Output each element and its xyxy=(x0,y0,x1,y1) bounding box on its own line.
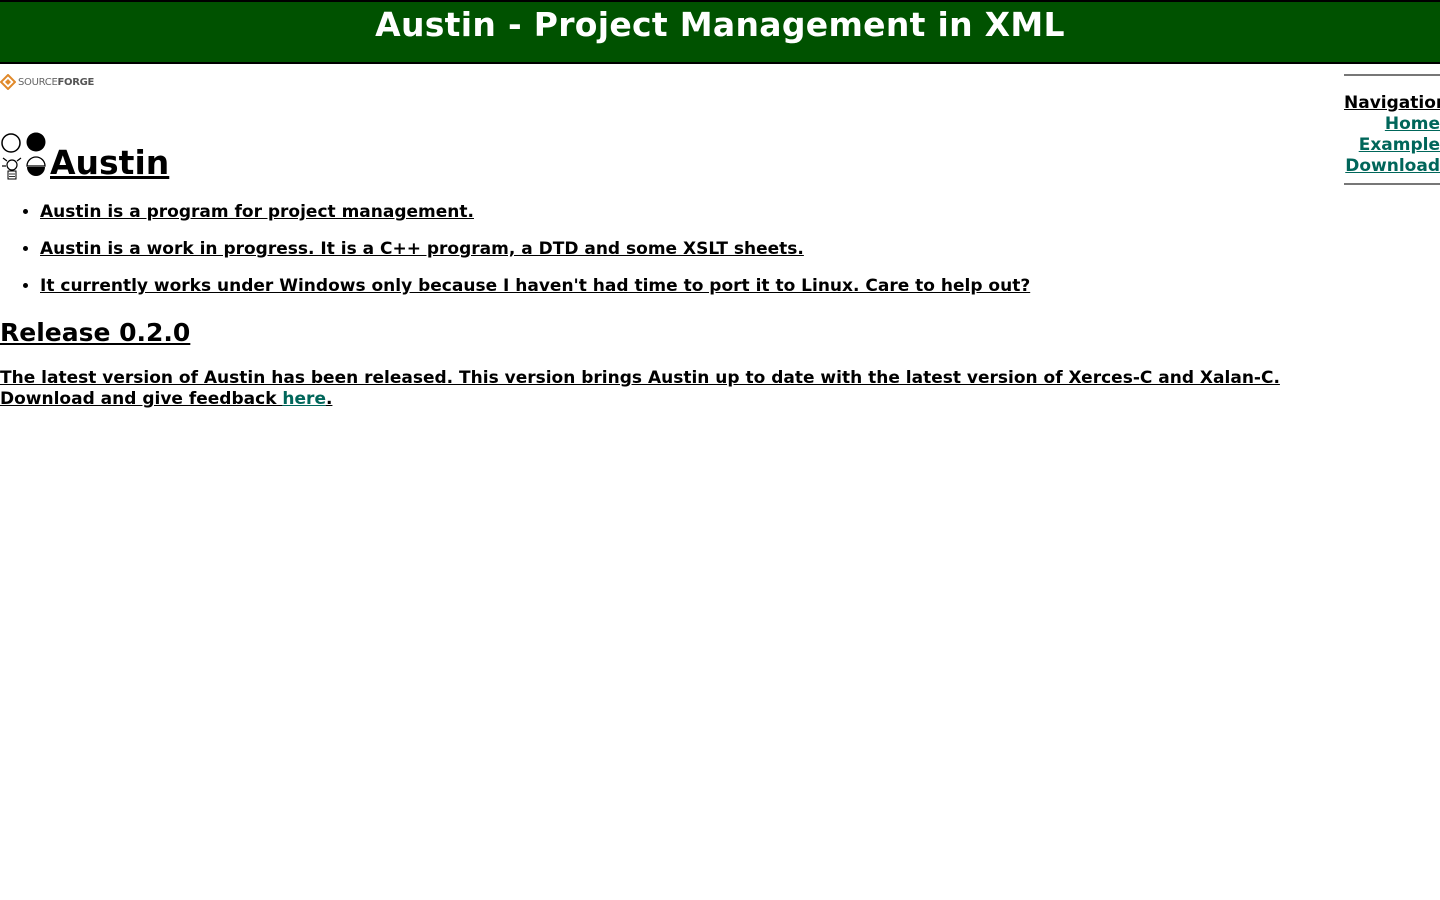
sourceforge-logo[interactable]: SOURCE FORGE xyxy=(0,73,94,91)
release-text: The latest version of Austin has been re… xyxy=(0,368,1280,409)
site-banner: Austin - Project Management in XML xyxy=(0,0,1440,64)
list-item: Austin is a program for project manageme… xyxy=(40,200,1030,224)
sourceforge-forge-text: FORGE xyxy=(57,76,95,88)
list-item: Austin is a work in progress. It is a C+… xyxy=(40,237,1030,261)
page-title: Austin xyxy=(50,143,170,182)
list-item: It currently works under Windows only be… xyxy=(40,274,1030,298)
nav-link-home[interactable]: Home xyxy=(1344,114,1440,135)
release-text-end: . xyxy=(325,389,333,409)
navigation-title: Navigation xyxy=(1344,93,1440,113)
nav-link-example[interactable]: Example xyxy=(1344,135,1440,156)
austin-logo-icon xyxy=(1,132,46,180)
release-heading: Release 0.2.0 xyxy=(0,318,191,347)
release-paragraph: The latest version of Austin has been re… xyxy=(0,368,1380,410)
sourceforge-source-text: SOURCE xyxy=(18,76,58,88)
release-download-link[interactable]: here xyxy=(282,389,326,409)
feature-list: Austin is a program for project manageme… xyxy=(0,200,1030,311)
austin-heading-row: Austin xyxy=(0,124,169,182)
nav-link-download[interactable]: Download xyxy=(1344,156,1440,177)
site-title: Austin - Project Management in XML xyxy=(375,5,1065,44)
navigation-box: Navigation Home Example Download xyxy=(1344,74,1440,185)
sourceforge-diamond-icon xyxy=(0,74,16,90)
